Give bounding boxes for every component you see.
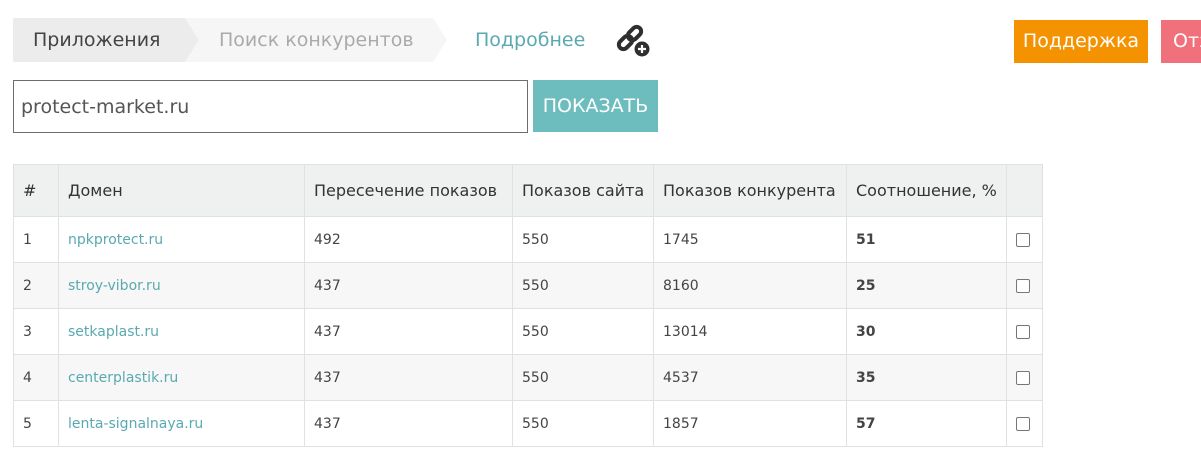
column-header-competitor-shows: Показов конкурента (653, 164, 847, 217)
select-cell (1006, 354, 1043, 401)
site-shows-cell: 550 (512, 216, 654, 263)
show-button[interactable]: ПОКАЗАТЬ (533, 80, 658, 132)
site-shows-cell: 550 (512, 400, 654, 447)
overlap-cell: 492 (304, 216, 513, 263)
column-header-number: # (13, 164, 59, 217)
domain-link[interactable]: centerplastik.ru (68, 370, 178, 386)
competitors-table: # Домен Пересечение показов Показов сайт… (13, 164, 1043, 447)
row-number: 2 (13, 262, 59, 309)
competitor-shows-cell: 1745 (653, 216, 847, 263)
competitor-shows-cell: 13014 (653, 308, 847, 355)
domain-search-input[interactable] (13, 80, 528, 133)
row-number: 1 (13, 216, 59, 263)
link-add-icon[interactable] (615, 24, 651, 58)
row-checkbox[interactable] (1016, 324, 1030, 339)
row-checkbox[interactable] (1016, 278, 1030, 293)
competitor-shows-cell: 8160 (653, 262, 847, 309)
table-row: 2 stroy-vibor.ru 437 550 8160 25 (13, 262, 1043, 309)
table-row: 3 setkaplast.ru 437 550 13014 30 (13, 308, 1043, 355)
select-cell (1006, 216, 1043, 263)
select-cell (1006, 262, 1043, 309)
breadcrumb-item-apps[interactable]: Приложения (13, 18, 199, 62)
overlap-cell: 437 (304, 354, 513, 401)
row-checkbox[interactable] (1016, 416, 1030, 431)
site-shows-cell: 550 (512, 354, 654, 401)
domain-cell: centerplastik.ru (58, 354, 305, 401)
overlap-cell: 437 (304, 262, 513, 309)
table-row: 1 npkprotect.ru 492 550 1745 51 (13, 216, 1043, 263)
breadcrumb-item-competitor-search[interactable]: Поиск конкурентов (185, 18, 447, 62)
competitor-shows-cell: 1857 (653, 400, 847, 447)
column-header-domain: Домен (58, 164, 305, 217)
table-row: 5 lenta-signalnaya.ru 437 550 1857 57 (13, 400, 1043, 447)
column-header-select (1006, 164, 1043, 217)
column-header-overlap: Пересечение показов (304, 164, 513, 217)
column-header-ratio: Соотношение, % (846, 164, 1007, 217)
ratio-cell: 57 (846, 400, 1007, 447)
ratio-cell: 35 (846, 354, 1007, 401)
domain-cell: lenta-signalnaya.ru (58, 400, 305, 447)
domain-link[interactable]: npkprotect.ru (68, 232, 163, 248)
domain-cell: stroy-vibor.ru (58, 262, 305, 309)
row-number: 5 (13, 400, 59, 447)
support-button[interactable]: Поддержка (1014, 20, 1148, 63)
site-shows-cell: 550 (512, 308, 654, 355)
select-cell (1006, 400, 1043, 447)
column-header-site-shows: Показов сайта (512, 164, 654, 217)
row-checkbox[interactable] (1016, 370, 1030, 385)
competitor-shows-cell: 4537 (653, 354, 847, 401)
row-number: 3 (13, 308, 59, 355)
site-shows-cell: 550 (512, 262, 654, 309)
domain-link[interactable]: setkaplast.ru (68, 324, 159, 340)
row-number: 4 (13, 354, 59, 401)
overlap-cell: 437 (304, 308, 513, 355)
ratio-cell: 30 (846, 308, 1007, 355)
table-row: 4 centerplastik.ru 437 550 4537 35 (13, 354, 1043, 401)
select-cell (1006, 308, 1043, 355)
domain-link[interactable]: lenta-signalnaya.ru (68, 416, 203, 432)
domain-cell: npkprotect.ru (58, 216, 305, 263)
ratio-cell: 51 (846, 216, 1007, 263)
more-link[interactable]: Подробнее (475, 18, 585, 62)
row-checkbox[interactable] (1016, 232, 1030, 247)
table-header-row: # Домен Пересечение показов Показов сайт… (13, 164, 1043, 217)
domain-cell: setkaplast.ru (58, 308, 305, 355)
domain-link[interactable]: stroy-vibor.ru (68, 278, 161, 294)
ratio-cell: 25 (846, 262, 1007, 309)
feedback-button[interactable]: Отз (1161, 20, 1201, 63)
overlap-cell: 437 (304, 400, 513, 447)
